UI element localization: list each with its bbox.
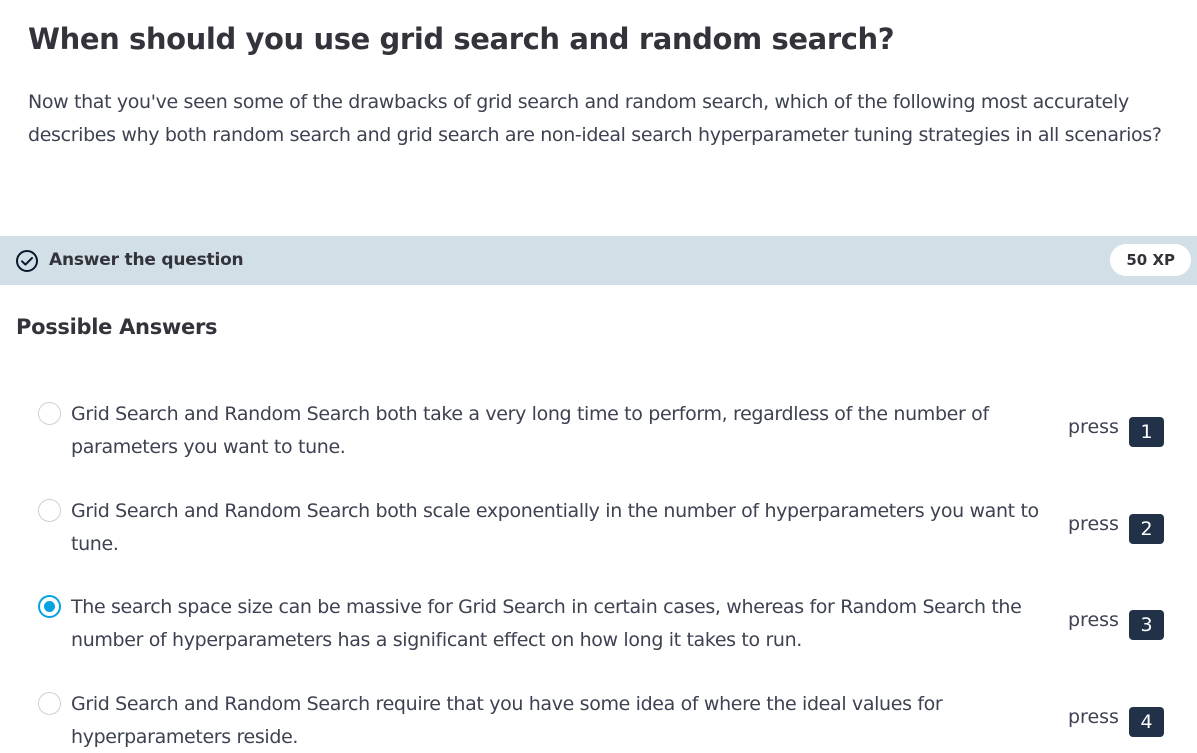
answer-text: Grid Search and Random Search require th… [71,693,943,748]
answer-text: The search space size can be massive for… [71,596,1022,651]
keyboard-shortcut-key: 1 [1129,417,1164,447]
answer-option-1[interactable]: Grid Search and Random Search both take … [0,398,1197,478]
exercise-title: When should you use grid search and rand… [28,22,895,56]
answer-option-3[interactable]: The search space size can be massive for… [0,591,1197,671]
keyboard-shortcut-key: 3 [1129,610,1164,640]
press-label: press [1068,609,1119,631]
xp-badge: 50 XP [1110,244,1191,276]
keyboard-shortcut-key: 4 [1129,707,1164,737]
answer-option-4[interactable]: Grid Search and Random Search require th… [0,688,1197,753]
keyboard-shortcut-key: 2 [1129,514,1164,544]
exercise-description: Now that you've seen some of the drawbac… [28,91,1162,146]
answer-text: Grid Search and Random Search both scale… [71,500,1039,555]
task-label: Answer the question [49,250,244,270]
check-circle-icon [15,249,39,273]
answer-text: Grid Search and Random Search both take … [71,403,989,458]
radio-button[interactable] [38,402,61,425]
radio-button[interactable] [38,692,61,715]
press-label: press [1068,706,1119,728]
answer-option-2[interactable]: Grid Search and Random Search both scale… [0,495,1197,575]
possible-answers-heading: Possible Answers [16,315,218,339]
press-label: press [1068,416,1119,438]
press-label: press [1068,513,1119,535]
radio-button-selected[interactable] [38,595,61,618]
radio-button[interactable] [38,499,61,522]
task-bar: Answer the question 50 XP [0,236,1197,285]
